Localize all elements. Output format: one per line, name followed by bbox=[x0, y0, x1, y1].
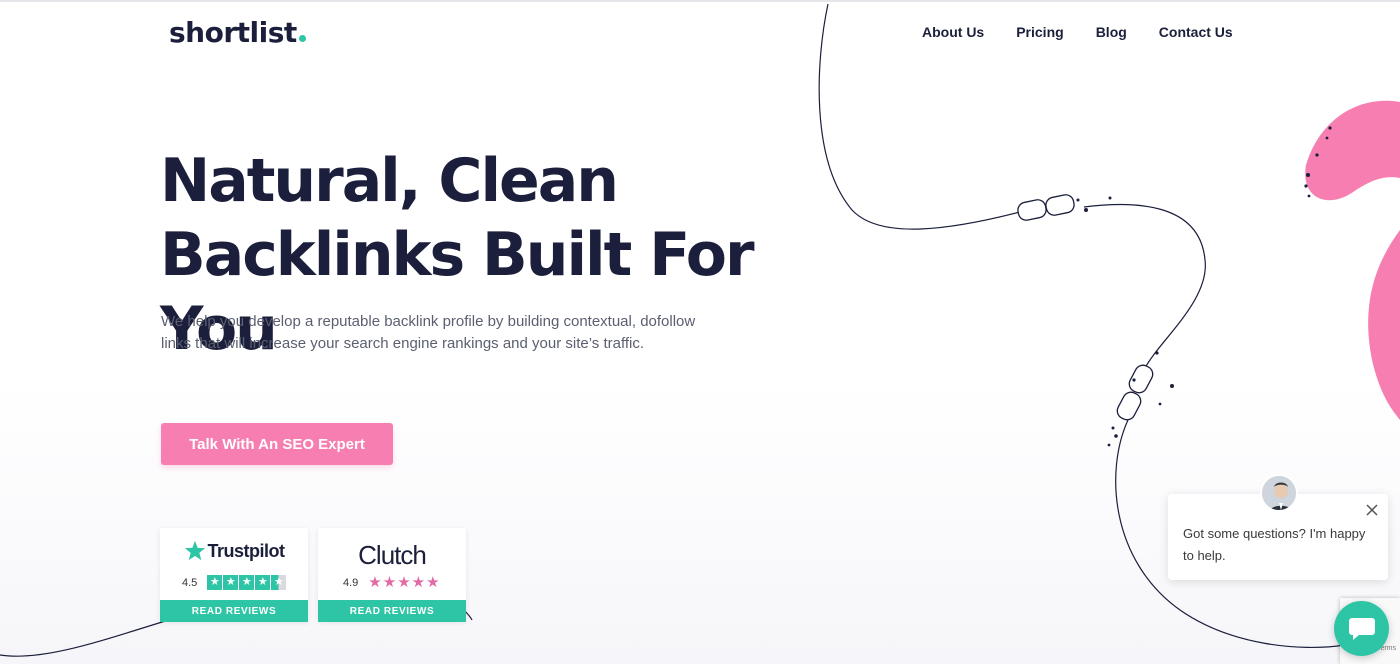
clutch-brand: Clutch bbox=[318, 540, 466, 571]
pink-blob-shape bbox=[1305, 100, 1400, 201]
clutch-score: 4.9 bbox=[343, 576, 359, 589]
decorative-dots bbox=[1076, 126, 1332, 447]
clutch-badge[interactable]: Clutch 4.9 ★ ★ ★ ★ ★ READ REVIEWS bbox=[318, 528, 466, 622]
logo-dot bbox=[298, 35, 306, 42]
logo-text: shortlist bbox=[169, 16, 297, 49]
main-nav: About Us Pricing Blog Contact Us bbox=[922, 24, 1233, 40]
chat-bubble-icon bbox=[1348, 617, 1375, 640]
nav-blog[interactable]: Blog bbox=[1096, 24, 1127, 40]
connecting-line-2 bbox=[1083, 203, 1206, 369]
chat-message-text: Got some questions? I'm happy to help. bbox=[1183, 526, 1366, 563]
clutch-stars: ★ ★ ★ ★ ★ bbox=[368, 575, 440, 590]
star-icon: ★ bbox=[397, 574, 411, 591]
nav-contact-us[interactable]: Contact Us bbox=[1159, 24, 1233, 40]
trustpilot-brand: Trustpilot bbox=[160, 540, 308, 562]
star-icon: ★ bbox=[411, 574, 426, 591]
clutch-name: Clutch bbox=[358, 540, 427, 570]
talk-with-seo-expert-button[interactable]: Talk With An SEO Expert bbox=[161, 423, 393, 465]
star-icon: ★ bbox=[223, 575, 239, 590]
close-icon[interactable] bbox=[1364, 502, 1380, 518]
trustpilot-badge[interactable]: Trustpilot 4.5 ★ ★ ★ ★ ★ READ REVIEWS bbox=[160, 528, 308, 622]
star-icon: ★ bbox=[207, 575, 223, 590]
shortlist-logo[interactable]: shortlist bbox=[169, 16, 306, 49]
chain-link-top bbox=[1017, 194, 1075, 221]
trustpilot-stars: ★ ★ ★ ★ ★ bbox=[207, 575, 287, 590]
star-icon: ★ bbox=[382, 574, 397, 591]
pink-blob-edge bbox=[1368, 230, 1400, 420]
nav-about-us[interactable]: About Us bbox=[922, 24, 984, 40]
star-icon: ★ bbox=[368, 574, 382, 591]
trustpilot-score: 4.5 bbox=[182, 576, 198, 589]
trustpilot-name: Trustpilot bbox=[207, 540, 286, 561]
trustpilot-read-reviews-button[interactable]: READ REVIEWS bbox=[160, 600, 308, 622]
star-icon: ★ bbox=[426, 574, 440, 591]
trustpilot-star-icon bbox=[184, 540, 205, 561]
star-icon: ★ bbox=[239, 575, 255, 590]
support-agent-avatar bbox=[1260, 474, 1298, 512]
nav-pricing[interactable]: Pricing bbox=[1016, 24, 1063, 40]
star-icon: ★ bbox=[255, 575, 271, 590]
hero-subtext: We help you develop a reputable backlink… bbox=[161, 313, 696, 352]
trustpilot-rating: 4.5 ★ ★ ★ ★ ★ bbox=[182, 575, 287, 590]
headline-line-1: Natural, Clean bbox=[160, 146, 619, 216]
chat-launcher-button[interactable] bbox=[1334, 601, 1389, 656]
clutch-read-reviews-button[interactable]: READ REVIEWS bbox=[318, 600, 466, 622]
clutch-rating: 4.9 ★ ★ ★ ★ ★ bbox=[343, 575, 441, 590]
star-half-icon: ★ bbox=[271, 575, 287, 590]
chain-link-middle bbox=[1116, 364, 1154, 421]
